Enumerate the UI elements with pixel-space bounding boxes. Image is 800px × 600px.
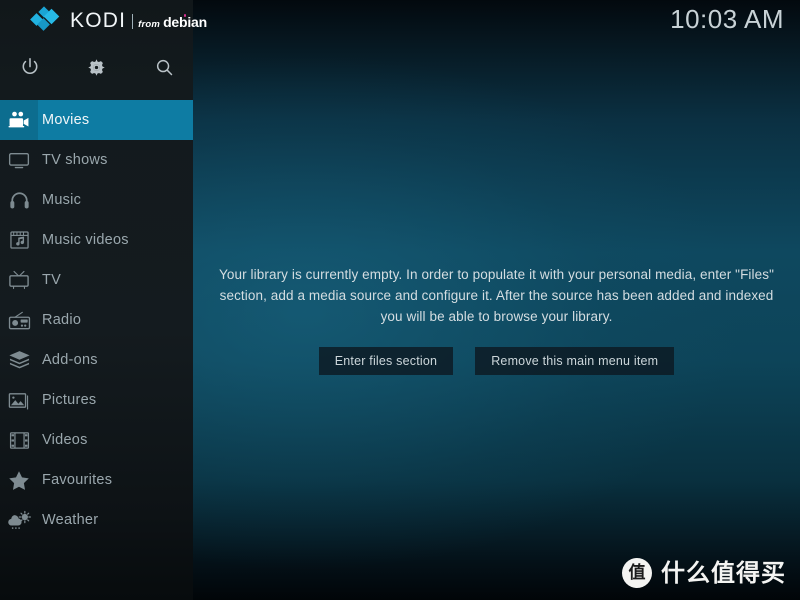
enter-files-section-button[interactable]: Enter files section bbox=[318, 347, 454, 375]
headphones-icon bbox=[0, 180, 38, 220]
empty-library-actions: Enter files section Remove this main men… bbox=[318, 347, 675, 375]
sidebar-item-movies[interactable]: Movies bbox=[0, 100, 193, 140]
app-name: KODI bbox=[70, 8, 127, 32]
sidebar-item-label: Videos bbox=[42, 432, 88, 448]
sidebar-item-label: Pictures bbox=[42, 392, 97, 408]
logo-divider bbox=[132, 13, 134, 29]
sidebar-item-label: Favourites bbox=[42, 472, 113, 488]
sidebar-item-music-videos[interactable]: Music videos bbox=[0, 220, 193, 260]
search-button[interactable] bbox=[141, 44, 187, 90]
film-strip-icon bbox=[0, 420, 38, 460]
power-icon bbox=[19, 56, 41, 78]
clock: 10:03 AM bbox=[670, 4, 784, 34]
app-logo: KODI from debian bbox=[0, 0, 207, 40]
sidebar-item-tv[interactable]: TV bbox=[0, 260, 193, 300]
watermark: 值 什么值得买 bbox=[622, 558, 786, 588]
sidebar-item-tv-shows[interactable]: TV shows bbox=[0, 140, 193, 180]
settings-button[interactable] bbox=[73, 44, 119, 90]
monitor-icon bbox=[0, 140, 38, 180]
remove-main-menu-item-button[interactable]: Remove this main menu item bbox=[475, 347, 675, 375]
watermark-text: 什么值得买 bbox=[661, 559, 786, 587]
film-music-icon bbox=[0, 220, 38, 260]
photo-icon bbox=[0, 380, 38, 420]
logo-from-label: from bbox=[138, 18, 161, 30]
kodi-home-screen: KODI from debian Movies TV shows Music M… bbox=[0, 0, 800, 600]
content-area: 10:03 AM Your library is currently empty… bbox=[193, 0, 800, 600]
sidebar: KODI from debian Movies TV shows Music M… bbox=[0, 0, 207, 600]
sidebar-toolbar bbox=[0, 44, 193, 90]
open-box-icon bbox=[0, 340, 38, 380]
movie-camera-icon bbox=[0, 100, 38, 140]
sidebar-item-label: Weather bbox=[42, 512, 99, 528]
power-button[interactable] bbox=[7, 44, 53, 90]
watermark-badge-icon: 值 bbox=[622, 558, 652, 588]
sidebar-item-add-ons[interactable]: Add-ons bbox=[0, 340, 193, 380]
main-menu: Movies TV shows Music Music videos TV Ra… bbox=[0, 100, 193, 540]
sidebar-item-label: Movies bbox=[42, 112, 90, 128]
star-icon bbox=[0, 460, 38, 500]
sidebar-item-label: Radio bbox=[42, 312, 82, 328]
debian-swirl-dot bbox=[183, 14, 187, 17]
sidebar-item-label: Music videos bbox=[42, 232, 129, 248]
radio-icon bbox=[0, 300, 38, 340]
sidebar-item-favourites[interactable]: Favourites bbox=[0, 460, 193, 500]
logo-wordmark: KODI from debian bbox=[70, 10, 207, 31]
gear-icon bbox=[86, 57, 107, 78]
sidebar-item-label: Add-ons bbox=[42, 352, 98, 368]
empty-library-panel: Your library is currently empty. In orde… bbox=[193, 264, 800, 375]
sidebar-item-music[interactable]: Music bbox=[0, 180, 193, 220]
sidebar-item-label: Music bbox=[42, 192, 82, 208]
sidebar-item-videos[interactable]: Videos bbox=[0, 420, 193, 460]
kodi-diamond-logo-icon bbox=[30, 6, 64, 33]
television-icon bbox=[0, 260, 38, 300]
search-icon bbox=[154, 57, 175, 78]
sidebar-item-weather[interactable]: Weather bbox=[0, 500, 193, 540]
sidebar-item-label: TV shows bbox=[42, 152, 108, 168]
logo-distro-label: debian bbox=[163, 14, 207, 30]
weather-cloud-sun-icon bbox=[0, 500, 38, 540]
sidebar-item-label: TV bbox=[42, 272, 62, 288]
sidebar-item-pictures[interactable]: Pictures bbox=[0, 380, 193, 420]
empty-library-message: Your library is currently empty. In orde… bbox=[219, 267, 774, 324]
sidebar-item-radio[interactable]: Radio bbox=[0, 300, 193, 340]
